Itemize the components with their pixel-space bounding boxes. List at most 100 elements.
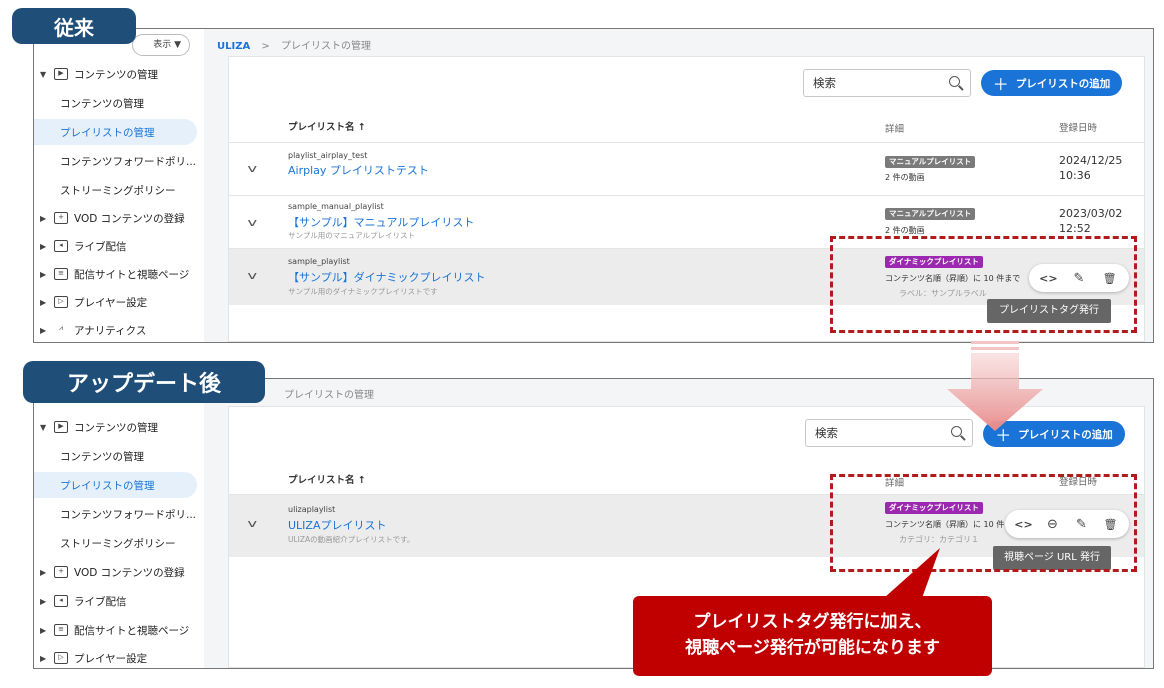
playlist-type-badge: マニュアルプレイリスト [885,208,976,220]
sidebar-item-live[interactable]: ▶ ◂ ライブ配信 [34,588,204,614]
sidebar-item-forward-policy[interactable]: コンテンツフォワードポリ... [34,501,204,527]
site-icon: ≡ [54,624,68,636]
playlist-name-link[interactable]: 【サンプル】ダイナミックプレイリスト [288,269,485,285]
playlist-name-link[interactable]: ULIZAプレイリスト [288,517,386,533]
playlist-id: ulizaplaylist [288,505,336,514]
chevron-down-icon[interactable]: v [247,269,257,282]
playlist-id: sample_playlist [288,257,350,266]
column-header-name[interactable]: プレイリスト名 ↑ [288,472,366,486]
live-icon: ◂ [54,240,68,252]
playlist-description: ULIZAの動画紹介プレイリストです。 [288,535,415,544]
sidebar-item-label: ストリーミングポリシー [60,537,176,550]
sidebar-item-streaming-policy[interactable]: ストリーミングポリシー [34,530,204,556]
sidebar-item-label: プレイリストの管理 [60,479,155,492]
callout-line-1: プレイリストタグ発行に加え、 [693,612,932,632]
sidebar: ▼ ▶ コンテンツの管理 コンテンツの管理 プレイリストの管理 コンテンツフォワ… [34,379,204,668]
sidebar-item-content-list[interactable]: コンテンツの管理 [34,443,204,469]
sidebar-item-label: コンテンツの管理 [60,97,144,110]
table-row[interactable]: v playlist_airplay_test Airplay プレイリストテス… [229,142,1144,195]
sidebar-item-label: VOD コンテンツの登録 [74,566,185,579]
sidebar-item-label: コンテンツの管理 [74,421,158,434]
playlist-description: サンプル用のマニュアルプレイリスト [288,231,416,240]
sidebar-item-forward-policy[interactable]: コンテンツフォワードポリ... [34,148,204,174]
sidebar-item-label: コンテンツの管理 [60,450,144,463]
sidebar-item-label: ライブ配信 [74,595,127,608]
column-header-detail: 詳細 [885,124,905,135]
upload-icon: + [54,566,68,578]
sidebar-item-label: アナリティクス [74,324,147,337]
breadcrumb-current: プレイリストの管理 [284,390,374,401]
sidebar-item-playlist[interactable]: プレイリストの管理 [34,119,197,145]
sidebar-item-player[interactable]: ▶ ▷ プレイヤー設定 [34,645,204,668]
after-label: アップデート後 [23,361,265,403]
player-icon: ▷ [54,296,68,308]
sidebar-item-label: コンテンツの管理 [74,68,158,81]
callout-line-2: 視聴ページ発行が可能になります [685,638,940,658]
playlist-id: playlist_airplay_test [288,151,368,160]
sidebar-item-content-list[interactable]: コンテンツの管理 [34,90,204,116]
sidebar-item-vod-upload[interactable]: ▶ + VOD コンテンツの登録 [34,559,204,585]
caret-right-icon: ▶ [40,325,47,335]
search-placeholder: 検索 [815,426,838,440]
sidebar-item-playlist[interactable]: プレイリストの管理 [34,472,197,498]
down-arrow-icon [947,341,1043,431]
display-toggle[interactable]: 表示 ▼ [132,34,190,56]
sidebar-item-content-management[interactable]: ▼ ▶ コンテンツの管理 [34,414,204,440]
add-playlist-label: プレイリストの追加 [1015,77,1111,90]
sidebar-item-label: ライブ配信 [74,240,127,253]
chevron-down-icon[interactable]: v [247,216,257,229]
registered-date: 2023/03/02 12:52 [1059,207,1123,235]
breadcrumb-current: プレイリストの管理 [280,41,371,52]
breadcrumb-separator: > [261,41,270,52]
content-icon: ▶ [54,421,68,433]
before-label: 従来 [12,8,136,44]
content-icon: ▶ [54,68,68,80]
sidebar-item-label: コンテンツフォワードポリ... [60,508,197,521]
sidebar-item-content-management[interactable]: ▼ ▶ コンテンツの管理 [34,61,204,87]
upload-icon: + [54,212,68,224]
live-icon: ◂ [54,595,68,607]
caret-right-icon: ▶ [40,596,47,606]
video-count: 2 件の動画 [885,173,925,182]
breadcrumb-root[interactable]: ULIZA [217,41,250,52]
playlist-type-badge: マニュアルプレイリスト [885,156,976,168]
playlist-name-link[interactable]: Airplay プレイリストテスト [288,162,429,178]
add-playlist-button[interactable]: ＋ プレイリストの追加 [981,70,1122,96]
sidebar-item-vod-upload[interactable]: ▶ + VOD コンテンツの登録 [34,205,204,231]
caret-right-icon: ▶ [40,653,47,663]
callout-pointer [884,548,940,598]
sidebar-item-label: プレイリストの管理 [60,126,155,139]
playlist-id: sample_manual_playlist [288,202,384,211]
sidebar-item-label: ストリーミングポリシー [60,184,176,197]
breadcrumb: ULIZA > プレイリストの管理 [217,37,371,52]
caret-down-icon: ▼ [40,69,47,79]
sidebar-item-site[interactable]: ▶ ≡ 配信サイトと視聴ページ [34,617,204,643]
chevron-down-icon[interactable]: v [247,162,257,175]
sidebar-item-player[interactable]: ▶ ▷ プレイヤー設定 [34,289,204,315]
playlist-name-link[interactable]: 【サンプル】マニュアルプレイリスト [288,214,474,230]
sidebar-item-label: 配信サイトと視聴ページ [74,268,190,281]
sidebar-item-analytics[interactable]: ▶ ⩘ アナリティクス [34,317,204,342]
sidebar-item-live[interactable]: ▶ ◂ ライブ配信 [34,233,204,259]
site-icon: ≡ [54,268,68,280]
sidebar-item-site[interactable]: ▶ ≡ 配信サイトと視聴ページ [34,261,204,287]
sidebar-item-streaming-policy[interactable]: ストリーミングポリシー [34,177,204,203]
callout-message: プレイリストタグ発行に加え、 視聴ページ発行が可能になります [633,596,992,676]
search-input[interactable]: 検索 [803,69,971,97]
highlight-frame-before [830,236,1137,333]
sidebar-item-label: コンテンツフォワードポリ... [60,155,197,168]
search-icon[interactable] [949,76,960,87]
sidebar: ▼ ▶ コンテンツの管理 コンテンツの管理 プレイリストの管理 コンテンツフォワ… [34,29,204,342]
plus-icon: ＋ [992,75,1009,94]
sidebar-item-label: 配信サイトと視聴ページ [74,624,190,637]
column-header-date: 登録日時 [1059,123,1098,134]
chevron-down-icon[interactable]: v [247,517,257,530]
sidebar-item-label: プレイヤー設定 [74,296,148,309]
caret-down-icon: ▼ [40,422,47,432]
caret-right-icon: ▶ [40,241,47,251]
sidebar-item-label: プレイヤー設定 [74,652,148,665]
caret-right-icon: ▶ [40,213,47,223]
sidebar-item-label: VOD コンテンツの登録 [74,212,185,225]
column-header-name[interactable]: プレイリスト名 ↑ [288,119,366,133]
registered-date: 2024/12/25 10:36 [1059,154,1123,182]
